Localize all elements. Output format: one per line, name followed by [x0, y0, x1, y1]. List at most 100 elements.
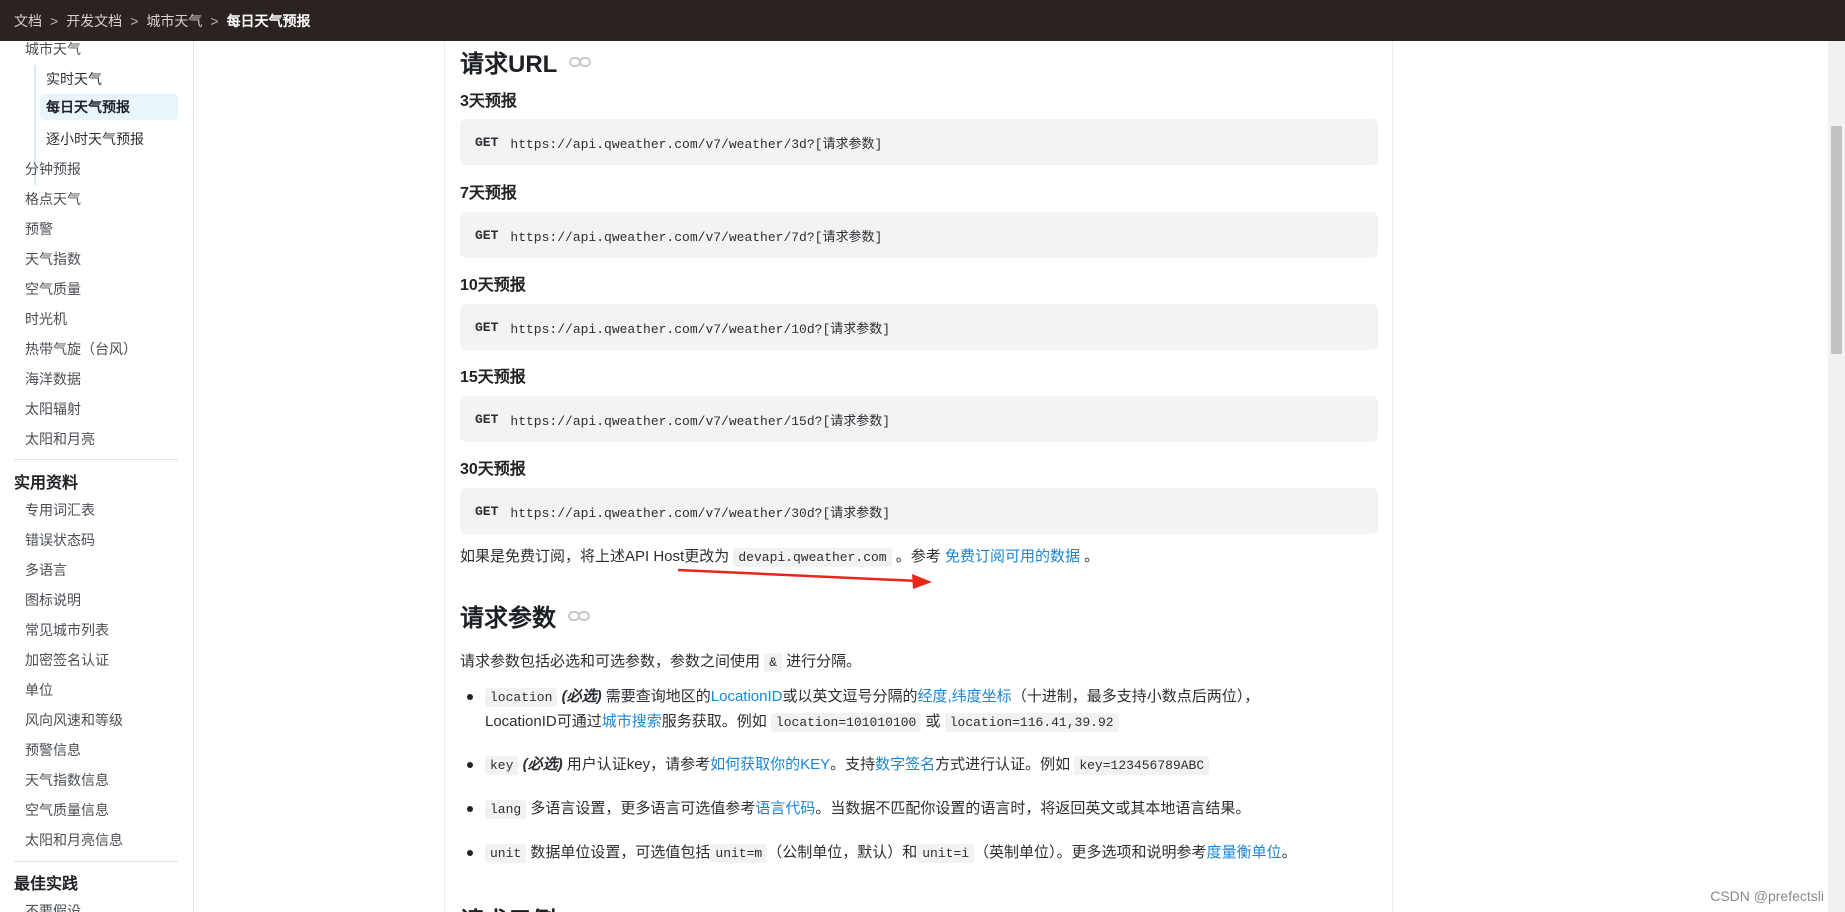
note-text: 如果是免费订阅，将上述API Host更改为 — [460, 548, 730, 565]
param-text: LocationID可通过 — [485, 713, 602, 730]
sidebar-item-sun-moon[interactable]: 太阳和月亮 — [25, 429, 95, 449]
link-location-id[interactable]: LocationID — [711, 688, 783, 705]
sidebar-item-solar-radiation[interactable]: 太阳辐射 — [25, 399, 81, 419]
link-units[interactable]: 度量衡单位 — [1207, 844, 1282, 861]
sidebar-item-units[interactable]: 单位 — [25, 680, 53, 700]
sidebar-item-icons[interactable]: 图标说明 — [25, 590, 81, 610]
param-text: 。当数据不匹配你设置的语言时，将返回英文或其本地语言结果。 — [815, 800, 1251, 817]
sidebar-item-dont-assume[interactable]: 不要假设 — [25, 901, 81, 912]
inline-code-unit-m: unit=m — [710, 844, 768, 863]
sidebar-item-city-weather[interactable]: 城市天气 — [25, 41, 81, 59]
sidebar-item-glossary[interactable]: 专用词汇表 — [25, 500, 95, 520]
sidebar-item-indices-info[interactable]: 天气指数信息 — [25, 770, 109, 790]
param-location-line2: LocationID可通过城市搜索服务获取。例如 location=101010… — [485, 710, 1119, 735]
params-intro: 请求参数包括必选和可选参数，参数之间使用 & 进行分隔。 — [460, 650, 862, 672]
param-text: 服务获取。例如 — [661, 713, 767, 730]
sidebar-subitem-daily-forecast[interactable]: 每日天气预报 — [40, 94, 178, 120]
sidebar-item-city-list[interactable]: 常见城市列表 — [25, 620, 109, 640]
link-language-codes[interactable]: 语言代码 — [755, 800, 815, 817]
sidebar-item-time-machine[interactable]: 时光机 — [25, 309, 67, 329]
forecast-label-10d: 10天预报 — [460, 277, 526, 294]
breadcrumb-item-city-weather[interactable]: 城市天气 — [146, 11, 202, 31]
sidebar-divider — [14, 861, 178, 862]
scrollbar-thumb[interactable] — [1831, 126, 1842, 354]
sidebar-item-error-codes[interactable]: 错误状态码 — [25, 530, 95, 550]
param-lang: lang 多语言设置，更多语言可选值参考语言代码。当数据不匹配你设置的语言时，将… — [485, 797, 1250, 822]
sidebar-item-tropical-cyclone[interactable]: 热带气旋（台风） — [25, 339, 137, 359]
list-bullet — [467, 806, 473, 812]
breadcrumb-current: 每日天气预报 — [226, 12, 311, 29]
anchor-link-icon[interactable] — [568, 609, 590, 623]
sidebar-item-ocean-data[interactable]: 海洋数据 — [25, 369, 81, 389]
sidebar-item-minutely[interactable]: 分钟预报 — [25, 159, 81, 179]
param-location-line1: location (必选) 需要查询地区的LocationID或以英文逗号分隔的… — [485, 685, 1259, 710]
intro-text: 进行分隔。 — [786, 653, 862, 670]
sidebar: 城市天气 实时天气 每日天气预报 逐小时天气预报 分钟预报 格点天气 预警 天气… — [0, 41, 194, 912]
heading-text: 请求参数 — [460, 605, 556, 632]
forecast-label-7d: 7天预报 — [460, 185, 517, 202]
param-text: （十进制，最多支持小数点后两位）， — [1011, 688, 1260, 705]
sidebar-item-grid-weather[interactable]: 格点天气 — [25, 189, 81, 209]
sidebar-item-signature-auth[interactable]: 加密签名认证 — [25, 650, 109, 670]
http-method: GET — [475, 411, 499, 427]
sidebar-item-languages[interactable]: 多语言 — [25, 560, 67, 580]
link-digital-signature[interactable]: 数字签名 — [875, 756, 935, 773]
list-bullet — [467, 762, 473, 768]
http-method: GET — [475, 319, 499, 335]
code-block-3d[interactable]: GET https://api.qweather.com/v7/weather/… — [460, 119, 1378, 165]
param-text: 。 — [1281, 844, 1297, 861]
link-free-data[interactable]: 免费订阅可用的数据 — [945, 548, 1080, 565]
param-text: 用户认证key，请参考 — [566, 756, 711, 773]
sidebar-item-aqi-info[interactable]: 空气质量信息 — [25, 800, 109, 820]
code-block-7d[interactable]: GET https://api.qweather.com/v7/weather/… — [460, 212, 1378, 258]
http-method: GET — [475, 227, 499, 243]
sidebar-subitem-realtime[interactable]: 实时天气 — [46, 69, 102, 89]
link-city-search[interactable]: 城市搜索 — [602, 713, 662, 730]
http-method: GET — [475, 134, 499, 150]
forecast-label-30d: 30天预报 — [460, 461, 526, 478]
link-get-key[interactable]: 如何获取你的KEY — [710, 756, 830, 773]
breadcrumb: 文档 > 开发文档 > 城市天气 > 每日天气预报 — [0, 0, 1845, 41]
anchor-link-icon[interactable] — [569, 55, 592, 69]
param-text: 多语言设置，更多语言可选值参考 — [530, 800, 756, 817]
request-url: https://api.qweather.com/v7/weather/3d?[… — [510, 136, 883, 152]
request-url: https://api.qweather.com/v7/weather/30d?… — [510, 505, 891, 521]
param-unit: unit 数据单位设置，可选值包括 unit=m （公制单位，默认）和 unit=i （… — [485, 841, 1297, 866]
sidebar-divider — [14, 459, 178, 460]
param-text: 或 — [925, 713, 941, 730]
intro-text: 请求参数包括必选和可选参数，参数之间使用 — [460, 653, 761, 670]
page-scrollbar[interactable] — [1828, 41, 1845, 912]
code-block-10d[interactable]: GET https://api.qweather.com/v7/weather/… — [460, 304, 1378, 350]
sidebar-subitem-hourly[interactable]: 逐小时天气预报 — [46, 129, 144, 149]
request-url: https://api.qweather.com/v7/weather/15d?… — [510, 413, 891, 429]
sidebar-item-warning[interactable]: 预警 — [25, 219, 53, 239]
breadcrumb-item-dev-docs[interactable]: 开发文档 — [66, 11, 122, 31]
free-subscription-note: 如果是免费订阅，将上述API Host更改为 devapi.qweather.c… — [460, 545, 1099, 567]
required-tag: (必选) — [561, 688, 602, 705]
sidebar-item-weather-indices[interactable]: 天气指数 — [25, 249, 81, 269]
sidebar-item-air-quality[interactable]: 空气质量 — [25, 279, 81, 299]
heading-text: 请求URL — [460, 51, 558, 78]
link-lon-lat[interactable]: 经度,纬度坐标 — [918, 688, 1012, 705]
http-method: GET — [475, 503, 499, 519]
breadcrumb-separator: > — [210, 12, 219, 29]
param-name-location: location — [485, 688, 558, 707]
section-heading-request-params: 请求参数 — [460, 598, 590, 633]
param-text: （公制单位，默认）和 — [767, 844, 918, 861]
required-tag: (必选) — [522, 756, 563, 773]
inline-code-example: location=116.41,39.92 — [944, 713, 1119, 732]
sidebar-item-sun-moon-info[interactable]: 太阳和月亮信息 — [25, 830, 123, 850]
inline-code-unit-i: unit=i — [917, 844, 975, 863]
sidebar-item-warning-info[interactable]: 预警信息 — [25, 740, 81, 760]
param-name-key: key — [485, 756, 519, 775]
breadcrumb-item-docs[interactable]: 文档 — [14, 11, 42, 31]
sidebar-item-wind-scale[interactable]: 风向风速和等级 — [25, 710, 123, 730]
breadcrumb-separator: > — [130, 12, 139, 29]
param-text: 需要查询地区的 — [605, 688, 711, 705]
inline-code-ampersand: & — [764, 653, 782, 672]
param-text: 数据单位设置，可选值包括 — [530, 844, 711, 861]
list-bullet — [467, 850, 473, 856]
code-block-15d[interactable]: GET https://api.qweather.com/v7/weather/… — [460, 396, 1378, 442]
code-block-30d[interactable]: GET https://api.qweather.com/v7/weather/… — [460, 488, 1378, 534]
param-name-lang: lang — [485, 800, 527, 819]
